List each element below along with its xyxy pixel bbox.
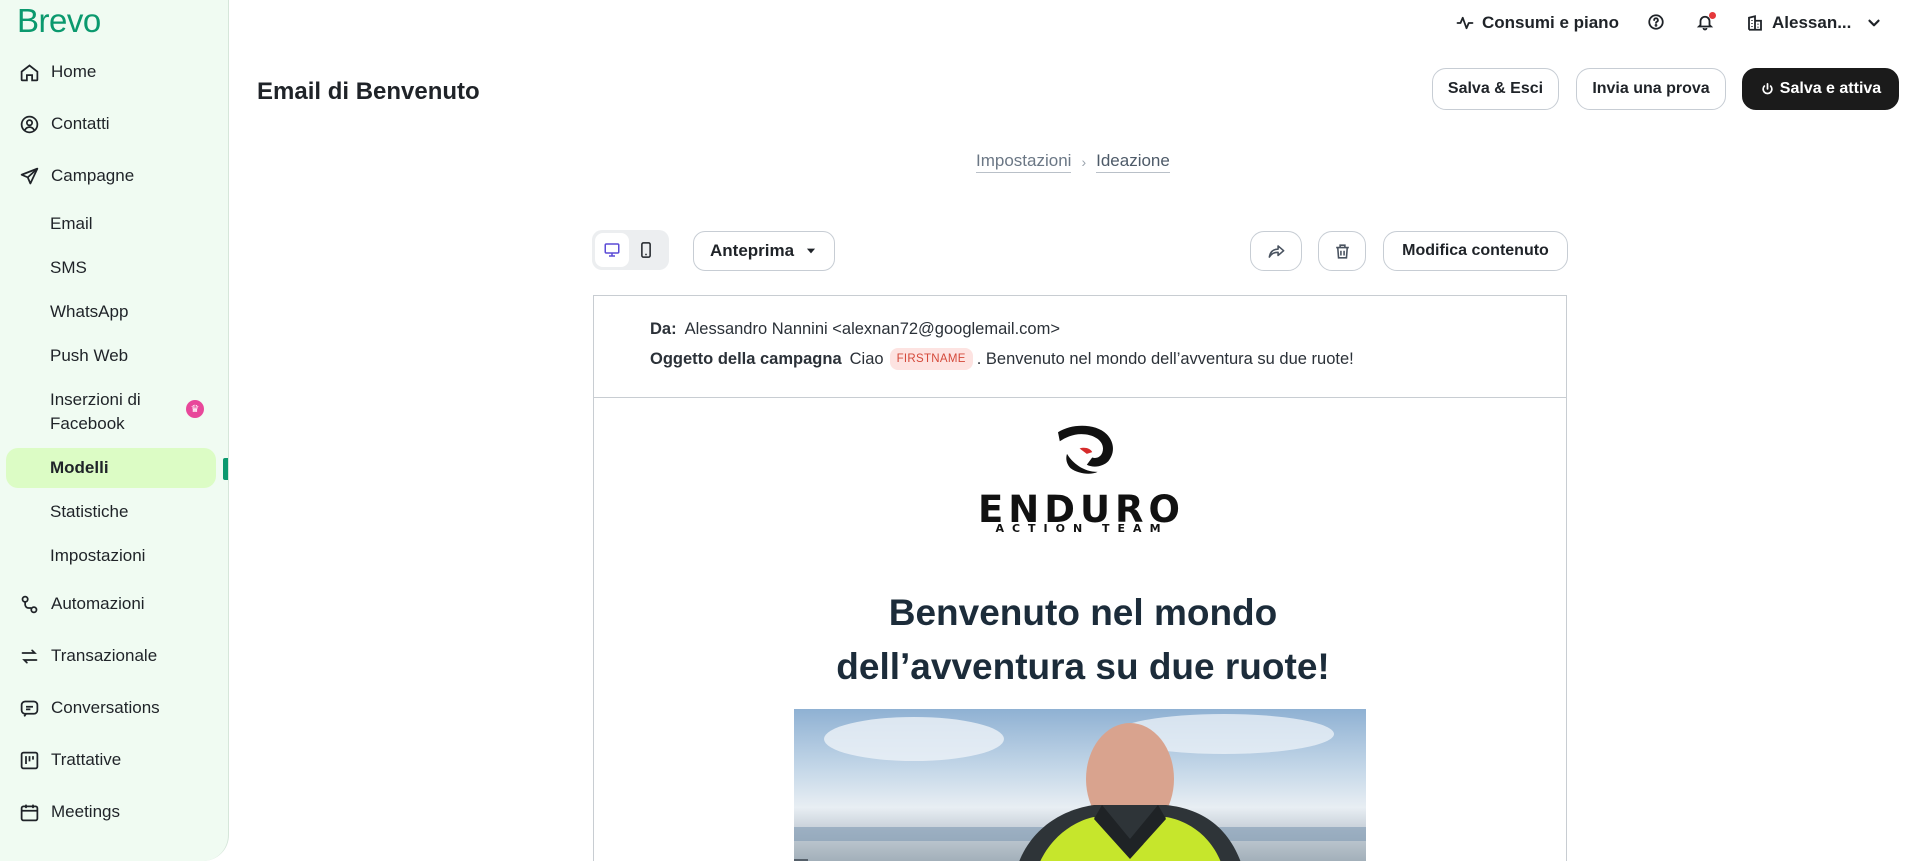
send-icon	[18, 165, 40, 187]
sidebar-item-label: Meetings	[51, 802, 120, 821]
sidebar-subitem-whatsapp[interactable]: WhatsApp	[50, 300, 128, 324]
sidebar-item-label: Transazionale	[51, 646, 158, 665]
notifications-button[interactable]	[1696, 12, 1716, 31]
edit-content-button[interactable]: Modifica contenuto	[1383, 231, 1568, 271]
sender-row: Da: Alessandro Nannini <alexnan72@google…	[650, 314, 1510, 344]
chat-icon	[18, 697, 40, 719]
sidebar-subitem-sms[interactable]: SMS	[50, 256, 87, 280]
sidebar-item-contacts[interactable]: Contatti	[18, 106, 110, 142]
sidebar-item-label: Campagne	[51, 166, 135, 185]
active-indicator	[223, 458, 228, 480]
sidebar-item-home[interactable]: Home	[18, 54, 96, 90]
arrows-icon	[18, 645, 40, 667]
preview-select-label: Anteprima	[710, 241, 795, 260]
desktop-icon	[603, 241, 621, 259]
subject-suffix: . Benvenuto nel mondo dell’avventura su …	[976, 349, 1354, 368]
sidebar-item-conversations[interactable]: Conversations	[18, 690, 160, 726]
sidebar-item-label: Home	[51, 62, 97, 81]
subject-prefix: Ciao	[849, 349, 884, 368]
device-toggle	[592, 230, 669, 270]
sidebar-item-deals[interactable]: Trattative	[18, 742, 121, 778]
user-circle-icon	[18, 113, 40, 135]
mobile-view-button[interactable]	[629, 233, 663, 267]
headline-line-2: dell’avventura su due ruote!	[836, 646, 1330, 687]
save-activate-button[interactable]: Salva e attiva	[1742, 68, 1899, 110]
save-exit-button[interactable]: Salva & Esci	[1432, 68, 1559, 110]
share-icon	[1267, 242, 1286, 261]
chevron-right-icon: ›	[1081, 154, 1087, 170]
usage-plan-link[interactable]: Consumi e piano	[1456, 13, 1619, 33]
brevo-logo[interactable]: Brevo	[17, 2, 101, 40]
power-icon	[1760, 82, 1775, 97]
calendar-icon	[18, 801, 40, 823]
building-icon	[1746, 14, 1764, 32]
account-menu[interactable]: Alessan...	[1746, 13, 1883, 33]
sidebar-item-label: Conversations	[51, 698, 160, 717]
email-headline: Benvenuto nel mondo dell’avventura su du…	[794, 586, 1372, 694]
share-button[interactable]	[1250, 231, 1302, 271]
sidebar-subitem-push-web[interactable]: Push Web	[50, 344, 128, 368]
help-button[interactable]	[1647, 13, 1665, 31]
email-header: Da: Alessandro Nannini <alexnan72@google…	[594, 296, 1566, 398]
crown-icon: ♛	[186, 400, 204, 418]
breadcrumb-design[interactable]: Ideazione	[1096, 151, 1170, 173]
board-icon	[18, 749, 40, 771]
sidebar-subitem-templates[interactable]: Modelli	[6, 448, 216, 488]
app-root: Brevo Home Contatti Campagne Email SMS W…	[0, 0, 1917, 861]
sidebar-item-meetings[interactable]: Meetings	[18, 794, 120, 830]
sidebar-item-label: Trattative	[51, 750, 122, 769]
subject-row: Oggetto della campagna Ciao FIRSTNAME . …	[650, 344, 1510, 374]
sidebar-item-automations[interactable]: Automazioni	[18, 586, 145, 622]
sidebar-item-campaigns[interactable]: Campagne	[18, 158, 134, 194]
help-icon	[1647, 13, 1665, 31]
trash-icon	[1333, 242, 1352, 261]
caret-down-icon	[804, 244, 818, 258]
chevron-down-icon	[1865, 14, 1883, 32]
activity-icon	[1456, 14, 1474, 32]
desktop-view-button[interactable]	[595, 233, 629, 267]
email-preview: Da: Alessandro Nannini <alexnan72@google…	[593, 295, 1567, 861]
logo-tagline: ACTION TEAM	[995, 522, 1169, 535]
account-name: Alessan...	[1772, 13, 1852, 32]
sidebar-subitem-email[interactable]: Email	[50, 212, 93, 236]
bell-icon	[1696, 12, 1716, 31]
breadcrumb: Impostazioni › Ideazione	[976, 151, 1170, 173]
notification-dot	[1709, 12, 1716, 19]
sidebar-subitem-facebook-ads[interactable]: Inserzioni di Facebook	[50, 388, 165, 436]
breadcrumb-settings[interactable]: Impostazioni	[976, 151, 1072, 173]
send-test-button[interactable]: Invia una prova	[1576, 68, 1726, 110]
subject-label: Oggetto della campagna	[650, 349, 842, 368]
page-title: Email di Benvenuto	[257, 78, 480, 105]
sidebar-item-transactional[interactable]: Transazionale	[18, 638, 157, 674]
usage-plan-label: Consumi e piano	[1482, 13, 1619, 32]
mobile-icon	[637, 241, 655, 259]
sidebar-subitem-settings[interactable]: Impostazioni	[50, 544, 145, 568]
home-icon	[18, 61, 40, 83]
email-body: ENDURO ACTION TEAM Benvenuto nel mondo d…	[594, 398, 1566, 861]
sidebar-item-label: Automazioni	[51, 594, 145, 613]
sidebar-subitem-statistics[interactable]: Statistiche	[50, 500, 128, 524]
sidebar: Brevo Home Contatti Campagne Email SMS W…	[0, 0, 229, 861]
hero-image	[794, 709, 1366, 861]
preview-select[interactable]: Anteprima	[693, 231, 835, 271]
firstname-tag: FIRSTNAME	[889, 348, 973, 370]
save-activate-label: Salva e attiva	[1779, 80, 1882, 97]
automation-icon	[18, 593, 40, 615]
delete-button[interactable]	[1318, 231, 1366, 271]
sidebar-item-label: Contatti	[51, 114, 110, 133]
from-value: Alessandro Nannini <alexnan72@googlemail…	[684, 319, 1060, 338]
headline-line-1: Benvenuto nel mondo	[888, 592, 1278, 633]
from-label: Da:	[650, 319, 677, 338]
